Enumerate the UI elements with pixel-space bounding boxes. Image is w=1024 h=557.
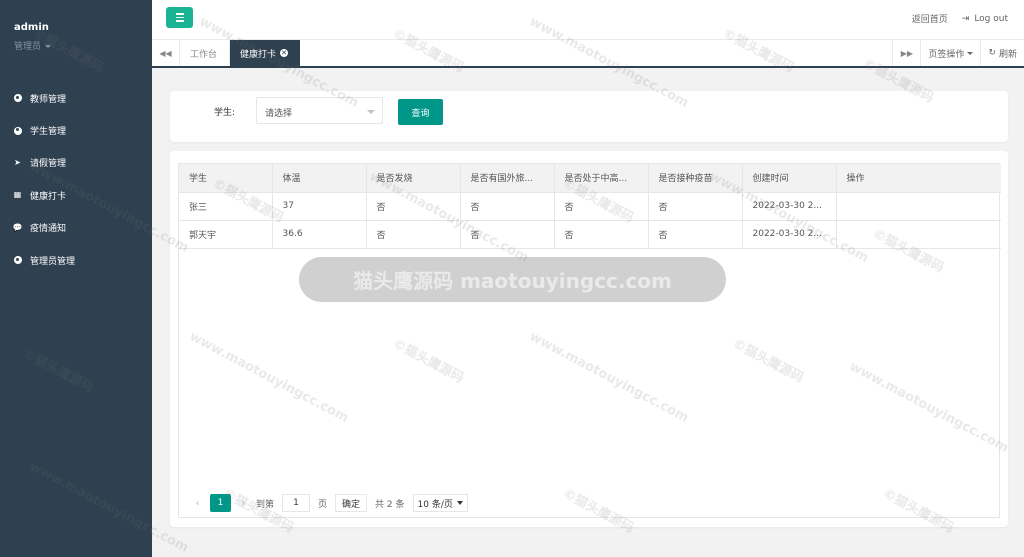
search-panel: 学生: 请选择 查询 (170, 91, 1008, 142)
tabs-right-tools: ▶▶ 页签操作 ↻ 刷新 (892, 40, 1024, 66)
col-header-student[interactable]: 学生 (179, 164, 273, 193)
cell-created-time: 2022-03-30 2... (742, 192, 837, 221)
sign-out-icon: ⇥ (961, 13, 970, 24)
user-circle-icon (13, 256, 22, 265)
cell-temperature: 36.6 (272, 220, 367, 249)
tabs-scroll-right-button[interactable]: ▶▶ (892, 40, 920, 66)
student-select[interactable]: 请选择 (256, 97, 383, 124)
logout-link[interactable]: ⇥ Log out (962, 14, 1008, 24)
chevron-down-icon (367, 110, 375, 114)
per-page-select[interactable]: 10 条/页 (412, 494, 468, 512)
menu-toggle-button[interactable] (166, 7, 193, 28)
top-navbar: 返回首页 ⇥ Log out (152, 0, 1024, 40)
query-button[interactable]: 查询 (398, 99, 443, 125)
tab-label: 健康打卡 (240, 49, 277, 60)
cell-created-time: 2022-03-30 2... (742, 220, 837, 249)
comment-icon: 💬 (12, 222, 23, 232)
goto-label: 到第 (256, 499, 275, 510)
col-header-created-time[interactable]: 创建时间 (742, 164, 837, 193)
cell-risk-area: 否 (554, 220, 649, 249)
sidebar-item-student[interactable]: 学生管理 (0, 114, 152, 146)
refresh-button[interactable]: ↻ 刷新 (980, 40, 1024, 66)
total-count: 共 2 条 (375, 499, 405, 510)
cell-actions (836, 192, 1001, 221)
tabs-scroll-left-button[interactable]: ◀◀ (152, 40, 180, 66)
table-row[interactable]: 郭天宇 36.6 否 否 否 否 2022-03-30 2... (179, 220, 1001, 249)
cell-temperature: 37 (272, 192, 367, 221)
cell-risk-area: 否 (554, 192, 649, 221)
health-table: 学生 体温 是否发烧 是否有国外旅... 是否处于中高... 是否接种疫苗 创建… (179, 164, 1001, 249)
table-row[interactable]: 张三 37 否 否 否 否 2022-03-30 2... (179, 192, 1001, 221)
cell-abroad: 否 (460, 192, 555, 221)
table-header-row: 学生 体温 是否发烧 是否有国外旅... 是否处于中高... 是否接种疫苗 创建… (179, 164, 1001, 193)
home-link[interactable]: 返回首页 (912, 12, 948, 25)
forward-icon: ▶▶ (900, 48, 914, 58)
pagination: ‹ 1 › 到第 1 页 确定 共 2 条 10 条/页 (189, 494, 468, 512)
page-number-input[interactable]: 1 (282, 494, 311, 512)
chevron-down-icon (456, 501, 463, 505)
cell-vaccinated: 否 (648, 220, 743, 249)
sidebar: admin 管理员 教师管理 学生管理 ➤ 请假管理 ▦ 健康打卡 💬 疫情通知 管理… (0, 0, 152, 557)
sidebar-item-health[interactable]: ▦ 健康打卡 (0, 179, 152, 211)
student-label: 学生: (214, 108, 236, 118)
per-page-value: 10 条/页 (417, 499, 453, 510)
close-icon[interactable]: ✕ (280, 49, 289, 57)
student-select-placeholder: 请选择 (265, 109, 293, 119)
cell-fever: 否 (366, 220, 461, 249)
cell-actions (836, 220, 1001, 249)
page-tabs-bar: ◀◀ 工作台 健康打卡 ✕ ▶▶ 页签操作 ↻ 刷新 (152, 40, 1024, 68)
logout-label: Log out (974, 13, 1008, 24)
sidebar-nav: 教师管理 学生管理 ➤ 请假管理 ▦ 健康打卡 💬 疫情通知 管理员管理 (0, 82, 152, 276)
tab-workbench[interactable]: 工作台 (180, 40, 230, 66)
sidebar-item-teacher[interactable]: 教师管理 (0, 82, 152, 114)
data-table: 学生 体温 是否发烧 是否有国外旅... 是否处于中高... 是否接种疫苗 创建… (178, 163, 1001, 518)
sidebar-item-label: 健康打卡 (30, 191, 67, 202)
cell-vaccinated: 否 (648, 192, 743, 221)
sidebar-item-label: 学生管理 (30, 127, 67, 138)
sidebar-item-leave[interactable]: ➤ 请假管理 (0, 147, 152, 179)
current-page-button[interactable]: 1 (210, 494, 231, 512)
col-header-actions: 操作 (836, 164, 1001, 193)
user-box: admin 管理员 (0, 0, 152, 70)
prev-page-icon[interactable]: ‹ (189, 498, 206, 509)
tab-ops-dropdown[interactable]: 页签操作 (920, 40, 980, 66)
sidebar-item-admin[interactable]: 管理员管理 (0, 244, 152, 276)
chevron-down-icon (967, 51, 974, 55)
tab-health-checkin[interactable]: 健康打卡 ✕ (230, 40, 300, 66)
user-circle-icon (13, 126, 22, 135)
cell-student: 郭天宇 (179, 220, 273, 249)
tab-ops-label: 页签操作 (928, 49, 965, 60)
cell-abroad: 否 (460, 220, 555, 249)
table-panel: 学生 体温 是否发烧 是否有国外旅... 是否处于中高... 是否接种疫苗 创建… (170, 151, 1008, 527)
backward-icon: ◀◀ (159, 48, 172, 58)
refresh-label: 刷新 (998, 49, 1017, 60)
user-name: admin (14, 22, 49, 33)
user-circle-icon (13, 94, 22, 103)
tab-label: 工作台 (190, 49, 218, 60)
page-unit-label: 页 (318, 499, 328, 510)
user-role-dropdown[interactable]: 管理员 (14, 39, 152, 52)
sidebar-item-label: 管理员管理 (30, 256, 76, 267)
col-header-fever[interactable]: 是否发烧 (366, 164, 461, 193)
cell-fever: 否 (366, 192, 461, 221)
col-header-temperature[interactable]: 体温 (272, 164, 367, 193)
next-page-icon[interactable]: › (235, 498, 252, 509)
calendar-icon: ▦ (13, 190, 22, 200)
col-header-risk-area[interactable]: 是否处于中高... (554, 164, 649, 193)
confirm-page-button[interactable]: 确定 (335, 494, 368, 512)
cell-student: 张三 (179, 192, 273, 221)
sidebar-item-label: 请假管理 (30, 159, 67, 170)
sidebar-item-label: 教师管理 (30, 94, 67, 105)
chevron-down-icon (45, 45, 52, 48)
col-header-vaccinated[interactable]: 是否接种疫苗 (648, 164, 743, 193)
paper-plane-icon: ➤ (14, 157, 21, 167)
user-role-label: 管理员 (14, 42, 42, 52)
top-right-links: 返回首页 ⇥ Log out (912, 12, 1008, 26)
sidebar-item-label: 疫情通知 (30, 224, 67, 235)
refresh-icon: ↻ (988, 48, 996, 58)
sidebar-item-notice[interactable]: 💬 疫情通知 (0, 212, 152, 244)
col-header-abroad[interactable]: 是否有国外旅... (460, 164, 555, 193)
